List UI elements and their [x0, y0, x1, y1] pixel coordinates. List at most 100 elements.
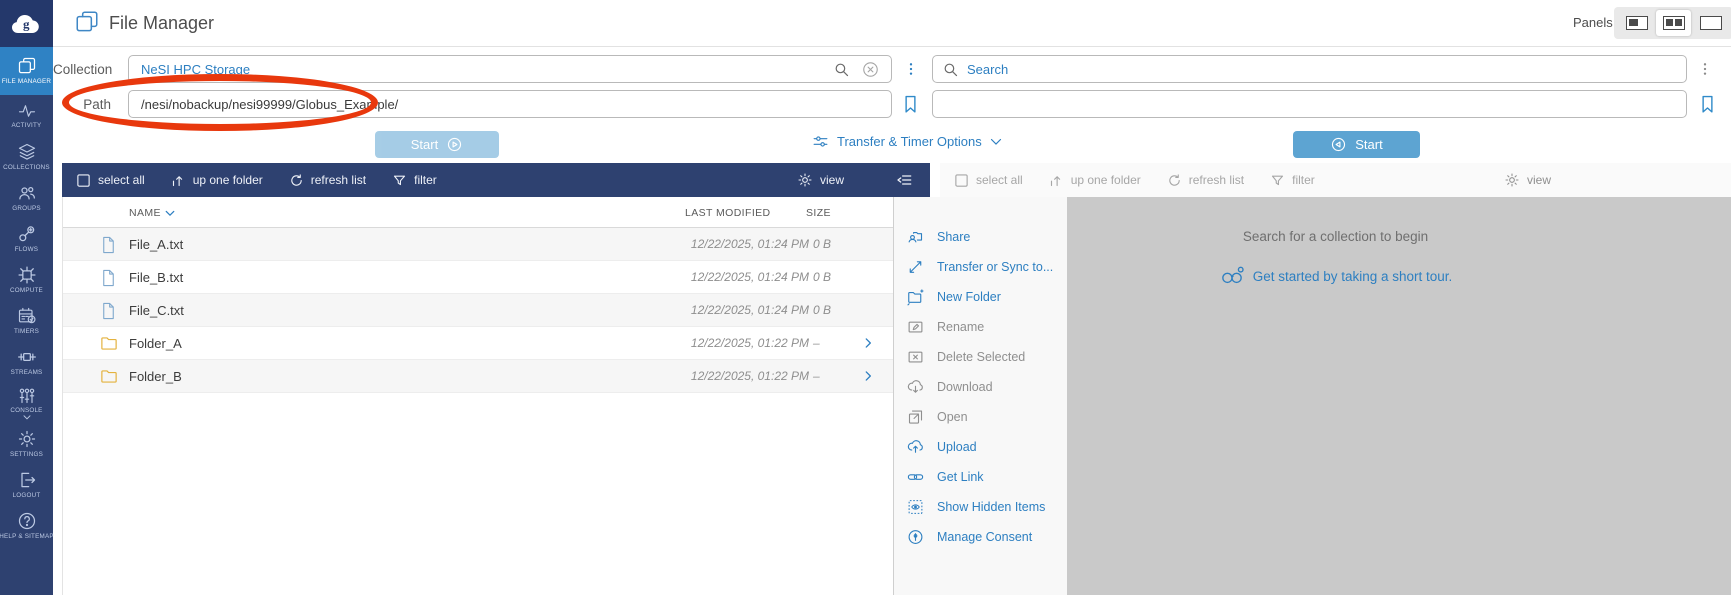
sidebar-item-logout[interactable]: LOGOUT	[0, 464, 53, 505]
file-manager-page-icon	[73, 9, 101, 35]
file-name: File_A.txt	[129, 237, 183, 252]
up-arrow-icon	[171, 173, 186, 188]
activity-icon	[16, 102, 38, 120]
menu-item-label: Get Link	[937, 470, 984, 484]
menu-collapse-icon	[894, 172, 914, 188]
column-header-modified[interactable]: LAST MODIFIED	[685, 207, 771, 219]
refresh-list-button-disabled[interactable]: refresh list	[1167, 173, 1244, 188]
up-one-folder-button[interactable]: up one folder	[171, 173, 263, 188]
globus-logo[interactable]: g	[0, 0, 53, 47]
sidebar-item-label: SETTINGS	[10, 452, 43, 459]
sidebar-item-console[interactable]: CONSOLE	[0, 382, 53, 423]
filter-button[interactable]: filter	[392, 173, 437, 188]
sidebar-item-timers[interactable]: TIMERS	[0, 300, 53, 341]
source-collection-input[interactable]	[128, 55, 892, 83]
menu-item-open[interactable]: Open	[894, 402, 1067, 432]
folder-size: –	[813, 369, 820, 383]
destination-bookmark-icon[interactable]	[1697, 91, 1718, 117]
folder-icon	[99, 367, 119, 386]
menu-item-manage-consent[interactable]: Manage Consent	[894, 522, 1067, 552]
sidebar-item-help-sitemap[interactable]: HELP & SITEMAP	[0, 505, 53, 546]
panels-one-wide-button[interactable]	[1693, 10, 1728, 36]
sidebar-item-compute[interactable]: COMPUTE	[0, 259, 53, 300]
flows-icon	[16, 224, 38, 244]
sidebar-item-activity[interactable]: ACTIVITY	[0, 95, 53, 136]
rename-icon	[906, 318, 925, 336]
menu-item-rename[interactable]: Rename	[894, 312, 1067, 342]
collapse-menu-button[interactable]	[894, 172, 914, 188]
transfer-sync-icon	[906, 258, 925, 276]
menu-item-show-hidden[interactable]: Show Hidden Items	[894, 492, 1067, 522]
file-row[interactable]: File_C.txt 12/22/2025, 01:24 PM 0 B	[63, 294, 929, 327]
transfer-start-right-button[interactable]: Start	[1293, 131, 1420, 158]
sidebar-item-label: GROUPS	[12, 206, 41, 213]
folder-row[interactable]: Folder_A 12/22/2025, 01:22 PM –	[63, 327, 929, 360]
select-all-control[interactable]: select all	[76, 173, 145, 188]
collection-clear-icon[interactable]	[861, 60, 880, 79]
menu-item-label: Upload	[937, 440, 977, 454]
binoculars-icon	[1219, 265, 1245, 287]
refresh-list-button[interactable]: refresh list	[289, 173, 366, 188]
globus-file-manager-window: g FILE MANAGER ACTIVITY CO	[0, 0, 1731, 595]
panels-toggle-group	[1614, 7, 1731, 39]
transfer-timer-options[interactable]: Transfer & Timer Options	[812, 133, 1002, 150]
open-folder-chevron-icon[interactable]	[861, 368, 875, 384]
filter-button-disabled[interactable]: filter	[1270, 173, 1315, 188]
source-path-input[interactable]	[128, 90, 892, 118]
file-modified: 12/22/2025, 01:24 PM	[673, 303, 809, 317]
menu-item-share[interactable]: Share	[894, 222, 1067, 252]
logout-icon	[16, 470, 38, 490]
column-header-name[interactable]: NAME	[129, 207, 175, 219]
header: File Manager Panels	[53, 0, 1731, 47]
globus-cloud-icon: g	[10, 11, 44, 37]
refresh-icon	[289, 173, 304, 188]
file-name: File_B.txt	[129, 270, 183, 285]
file-icon	[99, 235, 118, 255]
panels-two-button[interactable]	[1656, 10, 1691, 36]
menu-item-upload[interactable]: Upload	[894, 432, 1067, 462]
start-button-label: Start	[411, 137, 438, 152]
sidebar-item-settings[interactable]: SETTINGS	[0, 423, 53, 464]
destination-path-input[interactable]	[932, 90, 1687, 118]
file-modified: 12/22/2025, 01:24 PM	[673, 237, 809, 251]
sidebar: g FILE MANAGER ACTIVITY CO	[0, 0, 53, 595]
destination-kebab-menu-icon[interactable]	[1698, 58, 1712, 80]
select-all-control-disabled[interactable]: select all	[954, 173, 1023, 188]
collections-icon	[16, 142, 38, 162]
sidebar-item-collections[interactable]: COLLECTIONS	[0, 136, 53, 177]
menu-item-new-folder[interactable]: New Folder	[894, 282, 1067, 312]
sidebar-item-label: TIMERS	[14, 329, 39, 336]
destination-search-input[interactable]	[932, 55, 1687, 83]
up-one-folder-button-disabled[interactable]: up one folder	[1049, 173, 1141, 188]
source-bookmark-icon[interactable]	[900, 91, 921, 117]
sidebar-item-label: LOGOUT	[13, 493, 41, 500]
view-label: view	[820, 173, 844, 187]
download-icon	[906, 378, 925, 396]
collection-search-icon[interactable]	[833, 61, 850, 78]
menu-item-delete-selected[interactable]: Delete Selected	[894, 342, 1067, 372]
transfer-start-left-button[interactable]: Start	[375, 131, 499, 158]
menu-item-download[interactable]: Download	[894, 372, 1067, 402]
column-header-size[interactable]: SIZE	[806, 207, 831, 219]
file-row[interactable]: File_A.txt 12/22/2025, 01:24 PM 0 B	[63, 228, 929, 261]
panels-one-button[interactable]	[1619, 10, 1654, 36]
sidebar-item-flows[interactable]: FLOWS	[0, 218, 53, 259]
view-button[interactable]: view	[797, 172, 844, 188]
file-modified: 12/22/2025, 01:24 PM	[673, 270, 809, 284]
sidebar-item-groups[interactable]: GROUPS	[0, 177, 53, 218]
sidebar-item-file-manager[interactable]: FILE MANAGER	[0, 47, 53, 95]
folder-row[interactable]: Folder_B 12/22/2025, 01:22 PM –	[63, 360, 929, 393]
menu-item-label: Open	[937, 410, 968, 424]
open-folder-chevron-icon[interactable]	[861, 335, 875, 351]
source-toolbar: select all up one folder refresh list fi…	[62, 163, 930, 197]
menu-item-label: Download	[937, 380, 993, 394]
menu-item-label: Manage Consent	[937, 530, 1032, 544]
menu-item-transfer-sync[interactable]: Transfer or Sync to...	[894, 252, 1067, 282]
source-kebab-menu-icon[interactable]	[904, 58, 918, 80]
sort-chevron-down-icon	[165, 210, 175, 217]
sidebar-item-streams[interactable]: STREAMS	[0, 341, 53, 382]
view-button-right[interactable]: view	[1504, 172, 1551, 188]
select-all-label: select all	[98, 173, 145, 187]
file-row[interactable]: File_B.txt 12/22/2025, 01:24 PM 0 B	[63, 261, 929, 294]
menu-item-get-link[interactable]: Get Link	[894, 462, 1067, 492]
